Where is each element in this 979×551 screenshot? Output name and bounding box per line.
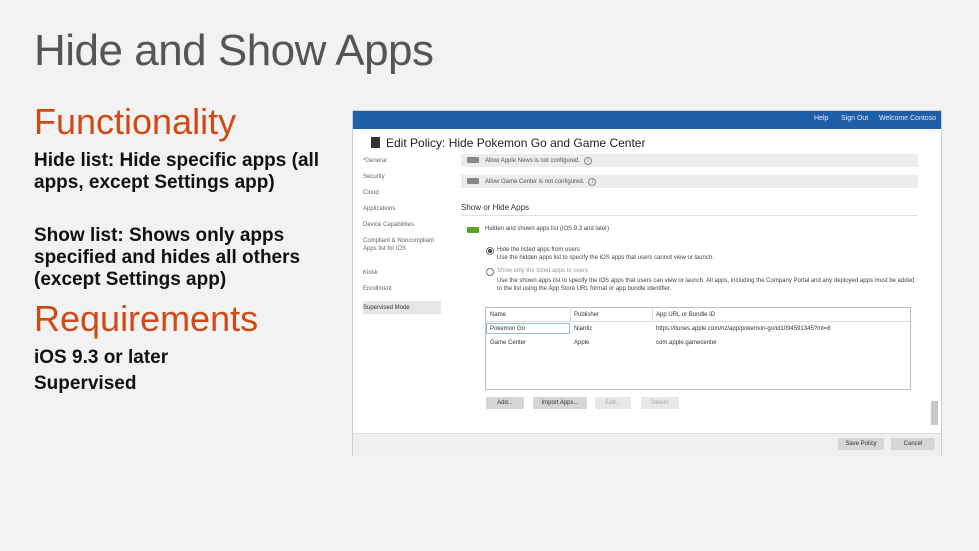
help-link[interactable]: Help [814, 115, 828, 122]
toggle-switch[interactable] [467, 157, 479, 163]
setting-row-apple-news[interactable]: Allow Apple News is not configured. i [461, 154, 918, 167]
scrollbar-thumb[interactable] [931, 401, 938, 425]
policy-title: Edit Policy: Hide Pokemon Go and Game Ce… [386, 136, 646, 150]
info-icon[interactable]: i [584, 157, 593, 165]
column-header-publisher[interactable]: Publisher [574, 312, 599, 318]
apps-list-label: Hidden and shown apps list (iOS 9.3 and … [485, 226, 610, 232]
requirement-ios-version: iOS 9.3 or later [34, 347, 169, 368]
radio-hide-listed-apps[interactable] [486, 247, 494, 255]
table-header: Name Publisher App URL or Bundle ID [486, 308, 910, 322]
policy-footer: Save Policy Cancel [353, 433, 941, 456]
cell-name: Game Center [490, 340, 527, 346]
apps-list-toggle[interactable] [467, 227, 479, 233]
sidebar-item-applications[interactable]: Applications [363, 205, 441, 221]
cell-app-url: com.apple.gamecenter [656, 340, 718, 346]
hide-list-description: Hide list: Hide specific apps (all apps,… [34, 150, 320, 193]
section-title: Show or Hide Apps [461, 203, 530, 212]
cancel-button[interactable]: Cancel [891, 438, 935, 450]
sidebar-item-general[interactable]: *General [363, 157, 441, 173]
column-header-name[interactable]: Name [490, 312, 506, 318]
policy-header: Edit Policy: Hide Pokemon Go and Game Ce… [371, 136, 645, 150]
toggle-switch[interactable] [467, 178, 479, 184]
functionality-heading: Functionality [34, 101, 237, 142]
radio-show-listed-apps[interactable] [486, 268, 494, 276]
section-divider [461, 215, 918, 216]
sidebar-item-compliant-apps[interactable]: Compliant & Noncompliant Apps list for i… [363, 237, 441, 269]
cell-publisher: Niantic [574, 326, 593, 332]
edit-app-button[interactable]: Edit... [595, 397, 631, 409]
save-policy-button[interactable]: Save Policy [838, 438, 884, 450]
cell-publisher: Apple [574, 340, 590, 346]
sidebar-item-cloud[interactable]: Cloud [363, 189, 441, 205]
sign-out-link[interactable]: Sign Out [841, 115, 868, 122]
policy-icon [371, 137, 380, 148]
requirement-supervised: Supervised [34, 373, 137, 394]
sidebar-item-kiosk[interactable]: Kiosk [363, 269, 441, 285]
delete-app-button[interactable]: Delete [641, 397, 679, 409]
policy-editor-screenshot: Help Sign Out Welcome Contoso Edit Polic… [352, 110, 942, 456]
cell-name: Pokemon Go [490, 326, 526, 332]
option-hide-description: Use the hidden apps list to specify the … [497, 255, 714, 261]
setting-label: Allow Game Center is not configured. [485, 179, 585, 185]
setting-row-game-center[interactable]: Allow Game Center is not configured. i [461, 175, 918, 188]
sidebar-item-security[interactable]: Security [363, 173, 441, 189]
show-list-description: Show list: Shows only apps specified and… [34, 225, 301, 290]
option-show-title: Show only the listed apps to users [497, 268, 589, 274]
option-show-description: Use the shown apps list to specify the i… [497, 278, 915, 292]
option-hide-title: Hide the listed apps from users [497, 247, 580, 253]
sidebar-item-enrollment[interactable]: Enrollment [363, 285, 441, 301]
cell-app-url: https://itunes.apple.com/nz/app/pokemon-… [656, 326, 831, 332]
policy-sidebar: *General Security Cloud Applications Dev… [363, 157, 441, 314]
sidebar-item-device-capabilities[interactable]: Device Capabilities [363, 221, 441, 237]
info-icon[interactable]: i [588, 178, 597, 186]
sidebar-item-supervised-mode[interactable]: Supervised Mode [363, 301, 441, 314]
setting-label: Allow Apple News is not configured. [485, 158, 581, 164]
column-header-app-url[interactable]: App URL or Bundle ID [656, 312, 715, 318]
portal-topbar: Help Sign Out Welcome Contoso [353, 111, 941, 129]
apps-table: Name Publisher App URL or Bundle ID Poke… [485, 307, 911, 390]
add-app-button[interactable]: Add... [486, 397, 524, 409]
requirements-heading: Requirements [34, 298, 259, 339]
slide-title: Hide and Show Apps [34, 26, 434, 75]
welcome-user-link[interactable]: Welcome Contoso [879, 115, 936, 122]
import-apps-button[interactable]: Import Apps... [533, 397, 587, 409]
